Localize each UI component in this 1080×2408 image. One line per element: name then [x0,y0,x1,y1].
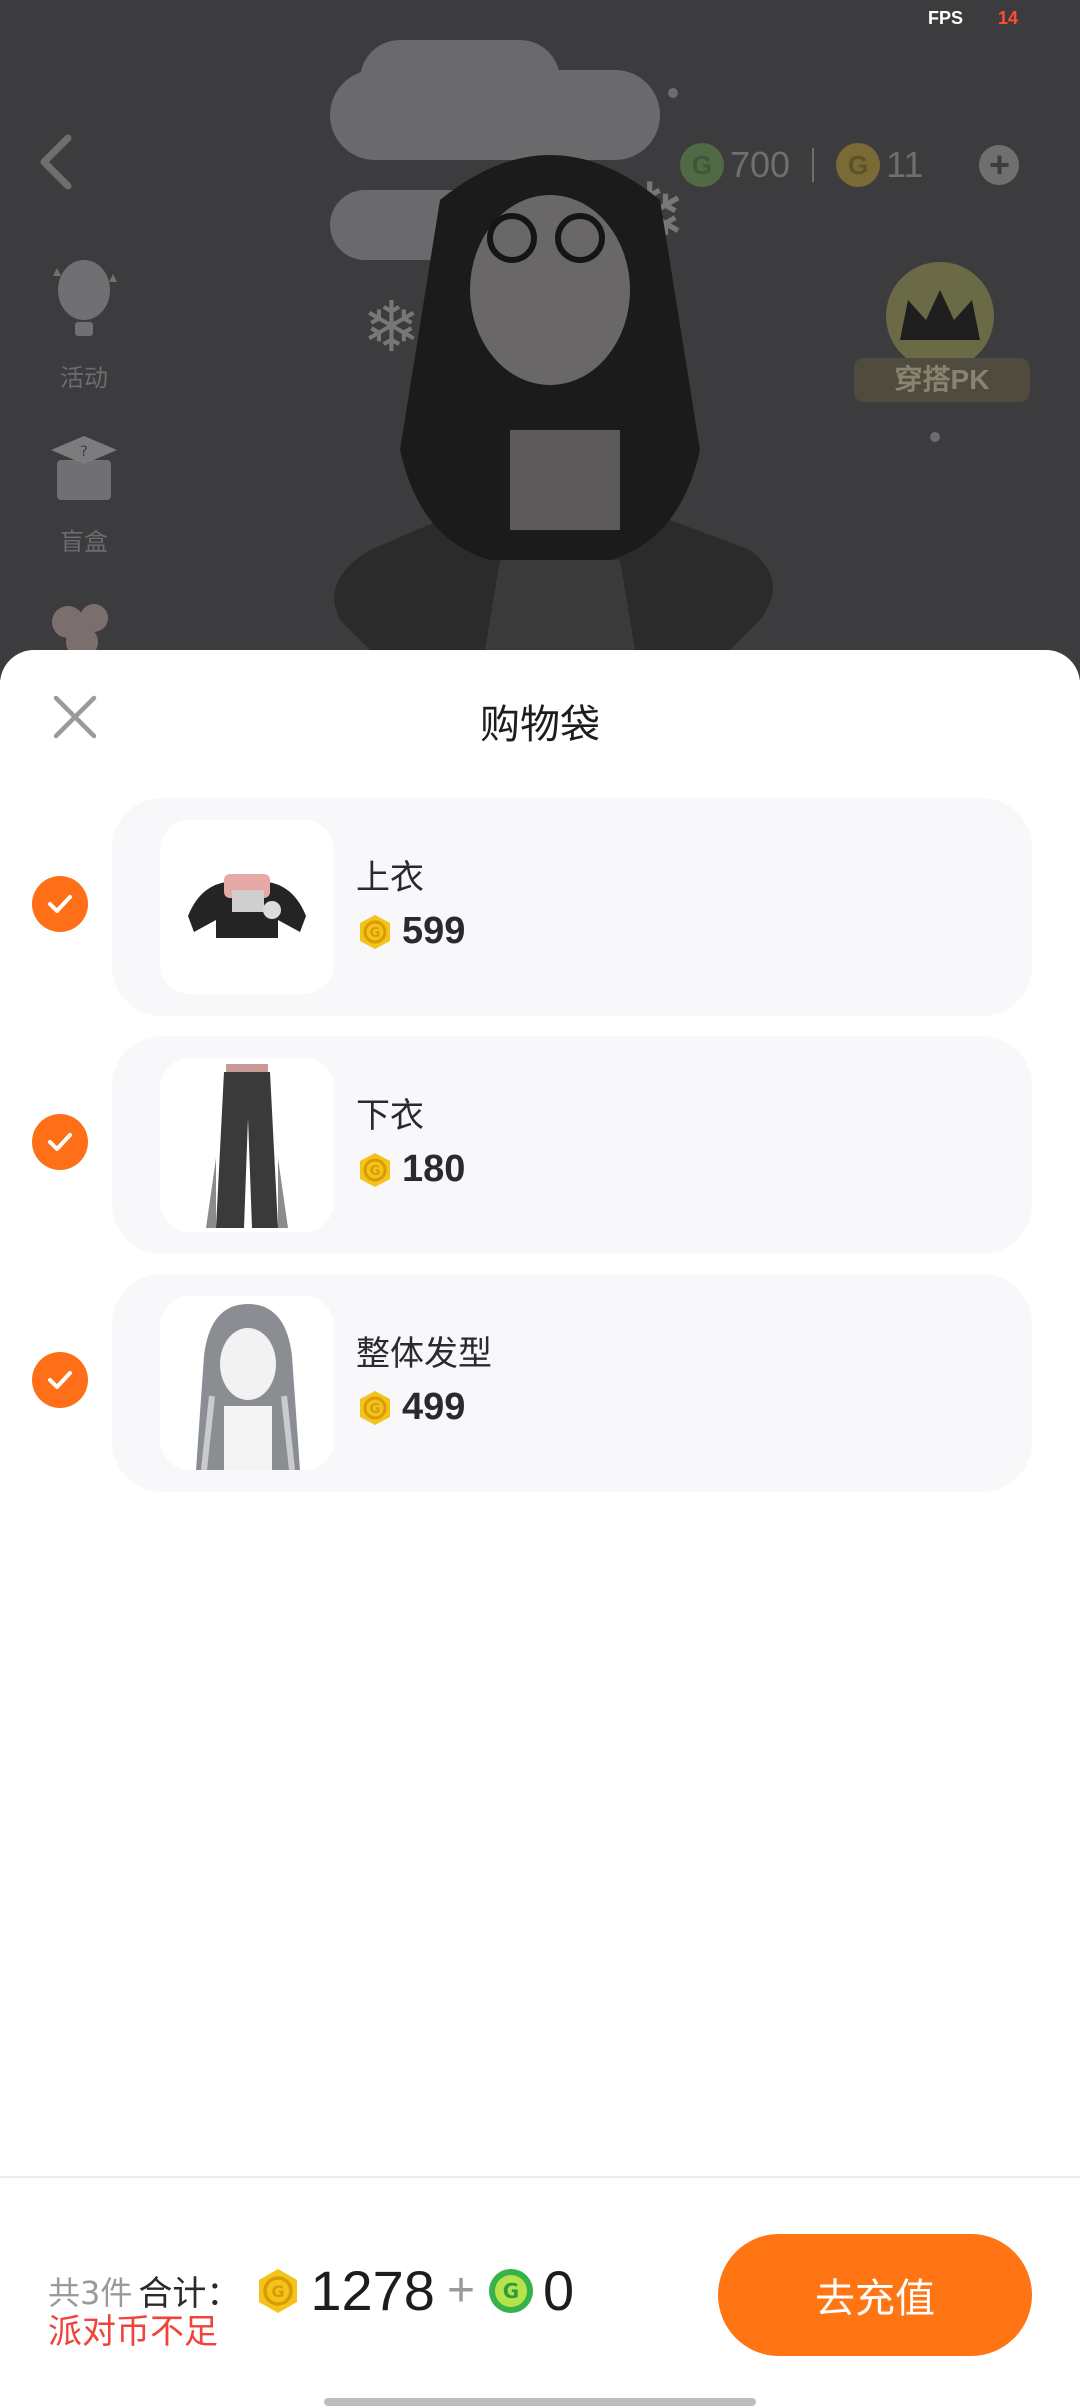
item-checkbox[interactable] [32,876,88,932]
green-coin-icon: G [680,143,724,187]
add-currency-icon[interactable]: + [979,145,1020,185]
item-thumbnail [160,1058,334,1232]
sheet-title: 购物袋 [480,702,600,748]
sidebar-item-label: 盲盒 [60,528,108,556]
currency-bar: G 700 G 11 + [680,140,1020,190]
cart-item-card[interactable]: 上衣 G 599 [112,798,1032,1016]
back-arrow-icon[interactable] [36,132,76,192]
gold-coin-icon: G [360,1152,390,1187]
cloud-decoration [360,40,560,120]
gold-coin-icon: G [360,1390,390,1425]
total-green-amount: 0 [542,2259,575,2322]
insufficient-balance-warning: 派对币不足 [48,2312,218,2352]
fps-label: FPS [928,8,964,28]
home-indicator[interactable] [324,2398,756,2406]
svg-text:G: G [503,2279,519,2303]
checkmark-icon [48,895,72,913]
item-price-value: 599 [402,910,466,952]
checkout-footer: 共3件 合计： G 1278 + G 0 派对币不足 去充值 [0,2176,1080,2408]
item-price-value: 180 [402,1148,466,1190]
item-price: G 180 [356,1148,465,1191]
shopping-bag-sheet: 购物袋 上衣 G 599 下衣 G 180 整体发型 G 499 [0,650,1080,2408]
crown-icon [886,262,994,370]
item-thumbnail [160,820,334,994]
jacket-image [188,874,306,938]
fps-value: 14 [998,8,1019,28]
item-checkbox[interactable] [32,1352,88,1408]
item-checkbox[interactable] [32,1114,88,1170]
gold-coin-icon: G [836,143,881,187]
avatar-character [334,155,773,680]
gold-coin-icon: G [259,2268,298,2313]
total-gold-amount: 1278 [310,2259,435,2322]
item-price: G 499 [356,1386,465,1429]
plus-sign: + [446,2264,475,2317]
checkmark-icon [48,1133,72,1151]
svg-text:?: ? [80,444,87,460]
sidebar-item-label: 活动 [60,364,108,392]
cart-item: 上衣 G 599 [0,798,1080,1036]
item-thumbnail [160,1296,334,1470]
cart-item-card[interactable]: 整体发型 G 499 [112,1274,1032,1492]
outfit-pk-label: 穿搭PK [854,358,1030,402]
divider [812,148,815,182]
recharge-button[interactable]: 去充值 [718,2234,1032,2356]
cart-item: 整体发型 G 499 [0,1274,1080,1512]
cart-item: 下衣 G 180 [0,1036,1080,1274]
balloon-icon [53,260,117,336]
hairstyle-image [196,1304,300,1470]
cart-item-card[interactable]: 下衣 G 180 [112,1036,1032,1254]
outfit-pk-button[interactable]: 穿搭PK [850,262,1030,412]
item-name: 下衣 [356,1096,424,1136]
sparkle-decoration [668,88,678,98]
item-price: G 599 [356,910,465,953]
green-coin-icon: G [488,2268,533,2313]
svg-text:G: G [370,926,381,941]
item-name: 上衣 [356,858,424,898]
svg-text:G: G [272,2282,285,2301]
jeans-image [206,1064,288,1228]
gold-coin-icon: G [360,914,390,949]
sidebar-item-activity[interactable]: 活动 [34,256,134,393]
item-price-value: 499 [402,1386,466,1428]
sidebar-item-blind-box[interactable]: ? 盲盒 [34,420,134,557]
gold-coin-balance: 11 [886,144,924,185]
sparkle-decoration [930,432,940,442]
item-name: 整体发型 [356,1334,492,1374]
cart-item-list: 上衣 G 599 下衣 G 180 整体发型 G 499 [0,798,1080,1512]
game-scene-background: ❄ ❄ FPS 14 活动 ? 盲盒 G 700 [0,0,1080,680]
svg-text:G: G [370,1164,381,1179]
svg-text:G: G [370,1402,381,1417]
checkmark-icon [48,1371,72,1389]
blind-box-icon: ? [51,436,117,500]
green-coin-balance: 700 [730,144,791,185]
